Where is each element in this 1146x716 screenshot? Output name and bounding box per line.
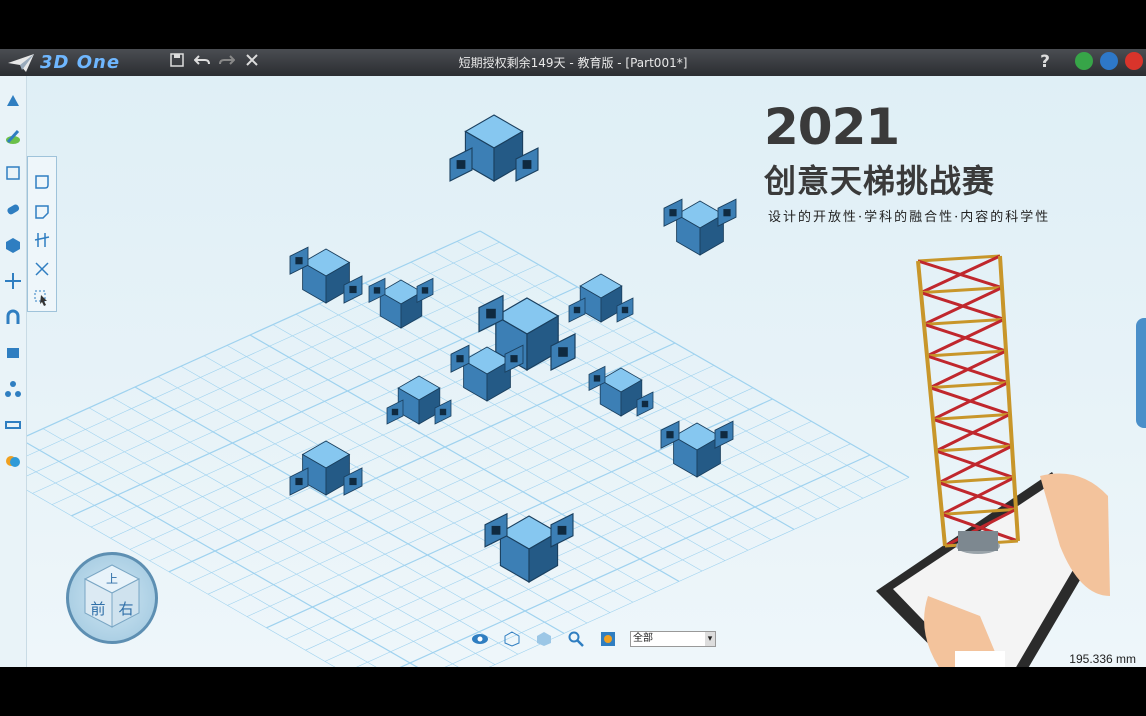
pattern-icon[interactable] (4, 344, 22, 362)
parts-group (289, 114, 737, 583)
restore-button[interactable] (1100, 52, 1118, 70)
banner-subtitle: 设计的开放性·学科的融合性·内容的科学性 (768, 210, 1051, 225)
move-icon[interactable] (4, 272, 22, 290)
select-pointer-icon[interactable] (33, 289, 51, 307)
material-icon[interactable] (4, 452, 22, 470)
magnet-icon[interactable] (4, 308, 22, 326)
features-icon[interactable] (4, 200, 22, 218)
right-panel-tab[interactable] (1136, 318, 1146, 428)
connector-part (588, 365, 654, 417)
sleeve (955, 651, 1005, 667)
view-cube[interactable]: 上 前 右 (66, 552, 158, 644)
wireframe-cube-icon[interactable] (502, 629, 522, 649)
view-cube-right-label: 右 (118, 600, 133, 618)
title-bar: 3D One 短期授权剩余149天 - 教育版 - [Part001*] ? (0, 49, 1146, 76)
view-cube-front-label: 前 (90, 600, 105, 618)
tower-illustration (876, 254, 1110, 667)
measure-icon[interactable] (4, 416, 22, 434)
banner-title: 创意天梯挑战赛 (764, 162, 996, 200)
trim-icon[interactable] (33, 231, 51, 249)
zoom-icon[interactable] (566, 629, 586, 649)
combine-icon[interactable] (4, 236, 22, 254)
banner-year: 2021 (764, 98, 900, 156)
measure-readout: 195.336 mm (1069, 652, 1136, 666)
connector-part (663, 198, 737, 256)
minimize-button[interactable] (1075, 52, 1093, 70)
basic-solids-icon[interactable] (4, 92, 22, 110)
sketch-icon[interactable] (4, 128, 22, 146)
help-button[interactable]: ? (1036, 53, 1054, 71)
intersect-icon[interactable] (33, 260, 51, 278)
edit-sketch-icon[interactable] (4, 164, 22, 182)
chamfer-sketch-icon[interactable] (33, 203, 51, 221)
connector-part (450, 344, 524, 402)
bottom-toolbar: 全部 (470, 628, 716, 650)
connector-part (386, 375, 452, 425)
connector-part (660, 420, 734, 478)
shaded-cube-icon[interactable] (534, 629, 554, 649)
left-toolbar (0, 76, 27, 667)
assembly-icon[interactable] (4, 380, 22, 398)
connector-part (449, 114, 539, 182)
view-cube-top-label: 上 (106, 572, 118, 586)
filter-dropdown[interactable]: 全部 (630, 631, 716, 647)
sketch-flyout-panel (27, 156, 57, 312)
window-title: 短期授权剩余149天 - 教育版 - [Part001*] (458, 56, 688, 70)
window-close-button[interactable] (1125, 52, 1143, 70)
rectangle-sketch-icon[interactable] (33, 173, 51, 191)
connector-part (368, 277, 434, 329)
eye-icon[interactable] (470, 629, 490, 649)
3d-workspace[interactable]: 2021 创意天梯挑战赛 设计的开放性·学科的融合性·内容的科学性 上 前 右 … (0, 76, 1146, 667)
connector-part (568, 273, 634, 323)
connector-part (289, 246, 363, 304)
filter-icon[interactable] (598, 629, 618, 649)
